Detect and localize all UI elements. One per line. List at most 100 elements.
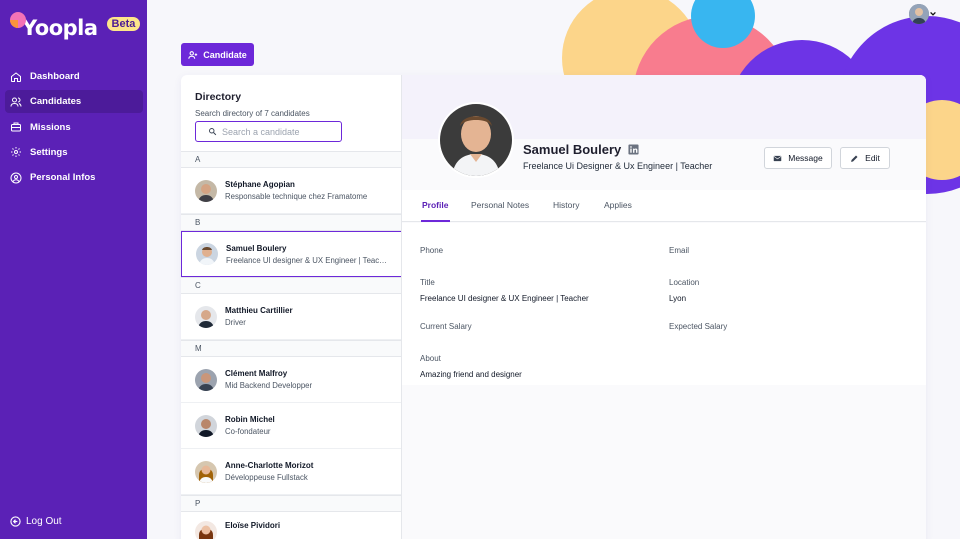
linkedin-icon[interactable] <box>628 144 639 155</box>
profile-fields: Phone Email Title Freelance UI designer … <box>402 223 926 385</box>
candidate-name: Stéphane Agopian <box>225 180 295 189</box>
main-card: Directory Search directory of 7 candidat… <box>181 75 926 539</box>
list-item[interactable]: Clément Malfroy Mid Backend Developper <box>181 357 401 403</box>
sidebar-item-label: Dashboard <box>30 71 80 82</box>
profile-panel: Samuel Boulery Freelance Ui Designer & U… <box>402 75 926 539</box>
edit-button[interactable]: Edit <box>840 147 890 169</box>
avatar <box>196 243 218 265</box>
message-button[interactable]: Message <box>764 147 832 169</box>
home-icon <box>11 71 21 82</box>
profile-tabs: Profile Personal Notes History Applies <box>402 190 926 222</box>
tab-history[interactable]: History <box>553 200 579 210</box>
logout-icon <box>10 516 21 527</box>
candidate-name: Eloïse Pividori <box>225 521 281 530</box>
group-letter: M <box>181 340 401 357</box>
field-label: About <box>420 354 441 363</box>
list-item[interactable]: Stéphane Agopian Responsable technique ch… <box>181 168 401 214</box>
directory-panel: Directory Search directory of 7 candidat… <box>181 75 402 539</box>
field-value: Freelance UI designer & UX Engineer | Te… <box>420 294 589 303</box>
candidate-role: Responsable technique chez Framatome <box>225 192 368 201</box>
candidate-name: Clément Malfroy <box>225 369 288 378</box>
directory-subtitle: Search directory of 7 candidates <box>195 109 310 118</box>
profile-title: Freelance Ui Designer & Ux Engineer | Te… <box>523 161 713 171</box>
field-expected-salary: Expected Salary <box>669 322 727 338</box>
list-item[interactable]: Anne-Charlotte Morizot Développeuse Fulls… <box>181 449 401 495</box>
profile-photo <box>440 104 512 176</box>
avatar <box>195 460 217 483</box>
field-location: Location Lyon <box>669 278 699 303</box>
group-letter: P <box>181 495 401 512</box>
candidate-role: Mid Backend Developper <box>225 381 313 390</box>
sidebar-item-label: Candidates <box>30 96 82 108</box>
sidebar-item-label: Missions <box>30 121 71 133</box>
group-letter: B <box>181 214 401 231</box>
add-candidate-button[interactable]: Candidate <box>181 43 254 66</box>
candidate-name: Anne-Charlotte Morizot <box>225 461 314 470</box>
user-circle-icon <box>10 172 22 184</box>
profile-name: Samuel Boulery <box>523 142 622 157</box>
candidate-name: Samuel Boulery <box>226 243 287 253</box>
pencil-icon <box>851 155 858 162</box>
field-label: Current Salary <box>420 322 472 331</box>
directory-title: Directory <box>195 91 242 103</box>
candidate-name: Robin Michel <box>225 415 275 424</box>
profile-header: Samuel Boulery Freelance Ui Designer & U… <box>523 142 712 171</box>
edit-label: Edit <box>865 153 880 163</box>
group-letter: A <box>181 151 401 168</box>
list-item[interactable]: Eloïse Pividori <box>181 512 401 539</box>
add-candidate-label: Candidate <box>203 49 247 60</box>
field-label: Email <box>669 246 690 255</box>
candidate-role: Co-fondateur <box>225 427 271 436</box>
sidebar-item-settings[interactable]: Settings <box>5 141 143 164</box>
field-title: Title Freelance UI designer & UX Enginee… <box>420 278 589 303</box>
avatar <box>195 368 217 391</box>
user-avatar[interactable] <box>909 4 929 24</box>
logout-button[interactable]: Log Out <box>10 516 62 527</box>
sidebar-item-candidates[interactable]: Candidates <box>5 90 143 114</box>
candidate-role: Freelance UI designer & UX Engineer | Te… <box>226 255 388 265</box>
field-label: Phone <box>420 246 444 255</box>
tab-personal-notes[interactable]: Personal Notes <box>471 200 529 210</box>
avatar <box>195 305 217 328</box>
tab-profile[interactable]: Profile <box>422 200 448 210</box>
candidate-list: A Stéphane Agopian Responsable technique … <box>181 151 401 539</box>
list-item[interactable]: Matthieu Cartillier Driver <box>181 294 401 340</box>
brand-logo[interactable]: Yoopla Beta <box>8 10 141 40</box>
field-phone: Phone <box>420 246 443 262</box>
avatar <box>195 179 217 202</box>
field-label: Expected Salary <box>669 322 728 331</box>
profile-avatar <box>438 102 514 178</box>
list-item[interactable]: Robin Michel Co-fondateur <box>181 403 401 449</box>
field-current-salary: Current Salary <box>420 322 472 338</box>
chevron-down-icon[interactable] <box>929 10 937 18</box>
search-input[interactable]: Search a candidate <box>195 121 342 142</box>
candidate-role: Driver <box>225 318 246 327</box>
candidate-name: Matthieu Cartillier <box>225 306 293 315</box>
add-user-icon <box>188 50 198 59</box>
field-email: Email <box>669 246 689 262</box>
field-label: Title <box>420 278 435 287</box>
list-item[interactable]: Samuel Boulery Freelance UI designer & UX… <box>181 231 401 277</box>
field-label: Location <box>669 278 700 287</box>
active-tab-indicator <box>421 220 450 222</box>
sidebar: Yoopla Beta Dashboard Candidates Mission… <box>0 0 147 539</box>
sidebar-item-personal-infos[interactable]: Personal Infos <box>5 166 143 189</box>
sidebar-item-label: Personal Infos <box>30 172 96 184</box>
users-icon <box>10 97 22 107</box>
avatar <box>195 521 217 539</box>
logo-mark-icon <box>8 11 26 39</box>
field-value: Amazing friend and designer <box>420 370 522 379</box>
sidebar-item-dashboard[interactable]: Dashboard <box>5 65 143 88</box>
search-placeholder: Search a candidate <box>222 126 300 137</box>
beta-badge: Beta <box>106 17 141 31</box>
logout-label: Log Out <box>26 516 62 527</box>
field-value: Lyon <box>669 294 687 303</box>
brand-name: Yoopla <box>22 16 98 40</box>
message-label: Message <box>788 153 823 163</box>
tab-applies[interactable]: Applies <box>604 200 632 210</box>
group-letter: C <box>181 277 401 294</box>
sidebar-item-missions[interactable]: Missions <box>5 116 143 139</box>
search-icon <box>209 128 217 136</box>
avatar <box>195 414 217 437</box>
gear-icon <box>11 147 21 158</box>
